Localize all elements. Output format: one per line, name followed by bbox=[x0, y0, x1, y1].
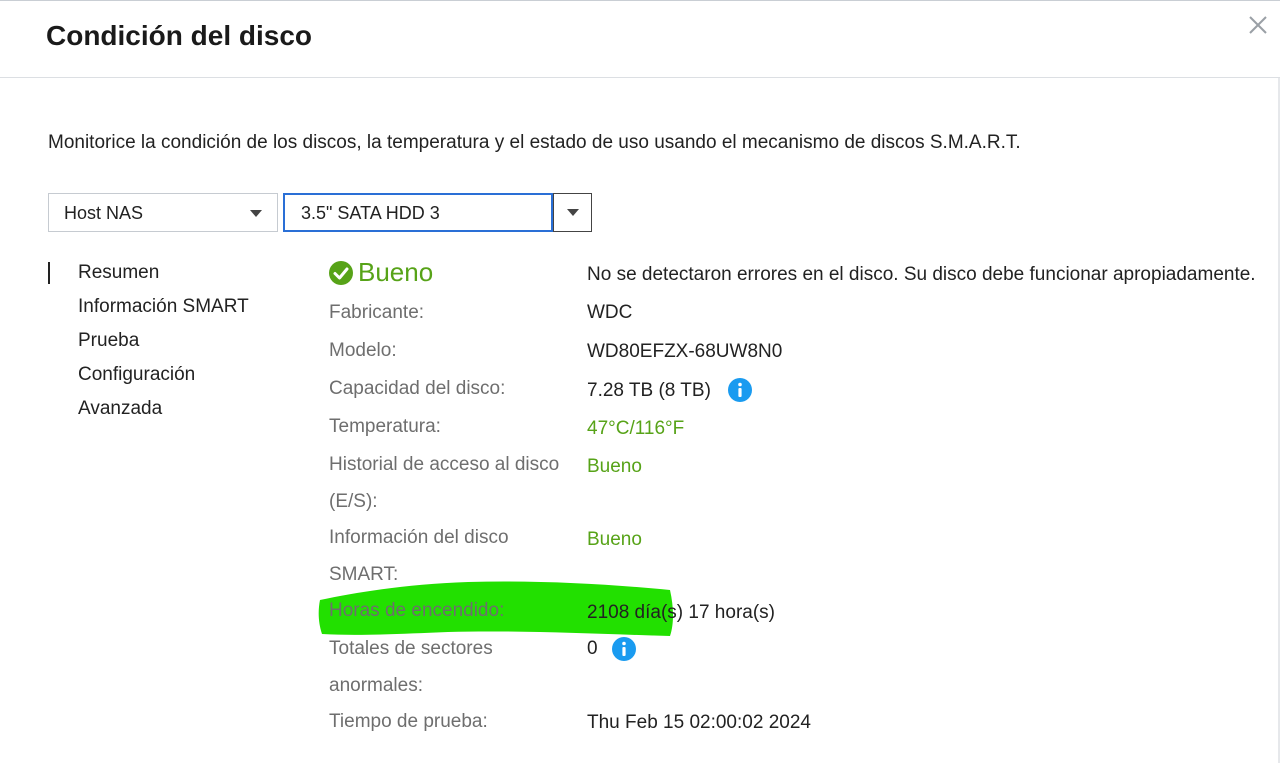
nav-item-label: Avanzada bbox=[78, 398, 163, 419]
nav-item-label: Resumen bbox=[78, 262, 160, 283]
value-info-smart: Bueno bbox=[587, 529, 642, 550]
health-status-message: No se detectaron errores en el disco. Su… bbox=[587, 264, 1256, 285]
nav-item-label: Información SMART bbox=[78, 296, 249, 317]
side-nav: Resumen Información SMART Prueba Configu… bbox=[48, 259, 298, 429]
host-select-value: Host NAS bbox=[64, 203, 144, 223]
disk-select-value: 3.5" SATA HDD 3 bbox=[301, 203, 440, 223]
label-capacidad: Capacidad del disco: bbox=[329, 378, 506, 399]
dialog-title: Condición del disco bbox=[46, 20, 313, 51]
chevron-down-icon bbox=[567, 209, 579, 216]
nav-item-configuracion[interactable]: Configuración bbox=[48, 361, 298, 395]
nav-item-resumen[interactable]: Resumen bbox=[48, 259, 298, 293]
disk-select[interactable]: 3.5" SATA HDD 3 bbox=[283, 193, 553, 232]
label-historial-acceso: Historial de acceso al disco (E/S): bbox=[329, 454, 560, 512]
label-horas-encendido: Horas de encendido: bbox=[329, 600, 505, 621]
info-icon[interactable] bbox=[728, 378, 752, 402]
label-temperatura: Temperatura: bbox=[329, 416, 441, 437]
label-sectores-anormales: Totales de sectores anormales: bbox=[329, 638, 493, 696]
label-fabricante: Fabricante: bbox=[329, 302, 425, 323]
dialog-description: Monitorice la condición de los discos, l… bbox=[48, 132, 1021, 153]
value-tiempo-prueba: Thu Feb 15 02:00:02 2024 bbox=[587, 712, 811, 733]
check-circle-icon bbox=[329, 261, 353, 285]
info-icon[interactable] bbox=[612, 637, 636, 661]
label-info-smart: Información del disco SMART: bbox=[329, 527, 509, 585]
nav-item-label: Configuración bbox=[78, 364, 196, 385]
host-select[interactable]: Host NAS bbox=[48, 193, 278, 232]
chevron-down-icon bbox=[250, 210, 262, 217]
close-icon bbox=[1249, 16, 1267, 34]
health-status-text: Bueno bbox=[358, 257, 434, 287]
value-modelo: WD80EFZX-68UW8N0 bbox=[587, 341, 783, 362]
nav-item-avanzada[interactable]: Avanzada bbox=[48, 395, 298, 429]
nav-item-prueba[interactable]: Prueba bbox=[48, 327, 298, 361]
value-temperatura: 47°C/116°F bbox=[587, 418, 685, 439]
value-fabricante: WDC bbox=[587, 302, 633, 323]
value-capacidad: 7.28 TB (8 TB) bbox=[587, 380, 711, 401]
value-sectores-anormales: 0 bbox=[587, 638, 598, 659]
label-modelo: Modelo: bbox=[329, 340, 397, 361]
disk-select-dropdown-button[interactable] bbox=[553, 193, 592, 232]
value-horas-encendido: 2108 día(s) 17 hora(s) bbox=[587, 602, 775, 623]
value-historial-acceso: Bueno bbox=[587, 456, 642, 477]
label-tiempo-prueba: Tiempo de prueba: bbox=[329, 711, 488, 732]
nav-item-informacion-smart[interactable]: Información SMART bbox=[48, 293, 298, 327]
close-button[interactable] bbox=[1246, 13, 1270, 37]
nav-item-label: Prueba bbox=[78, 330, 140, 351]
disk-health-dialog: Condición del disco Monitorice la condic… bbox=[0, 0, 1280, 763]
dialog-header: Condición del disco bbox=[0, 1, 1280, 78]
